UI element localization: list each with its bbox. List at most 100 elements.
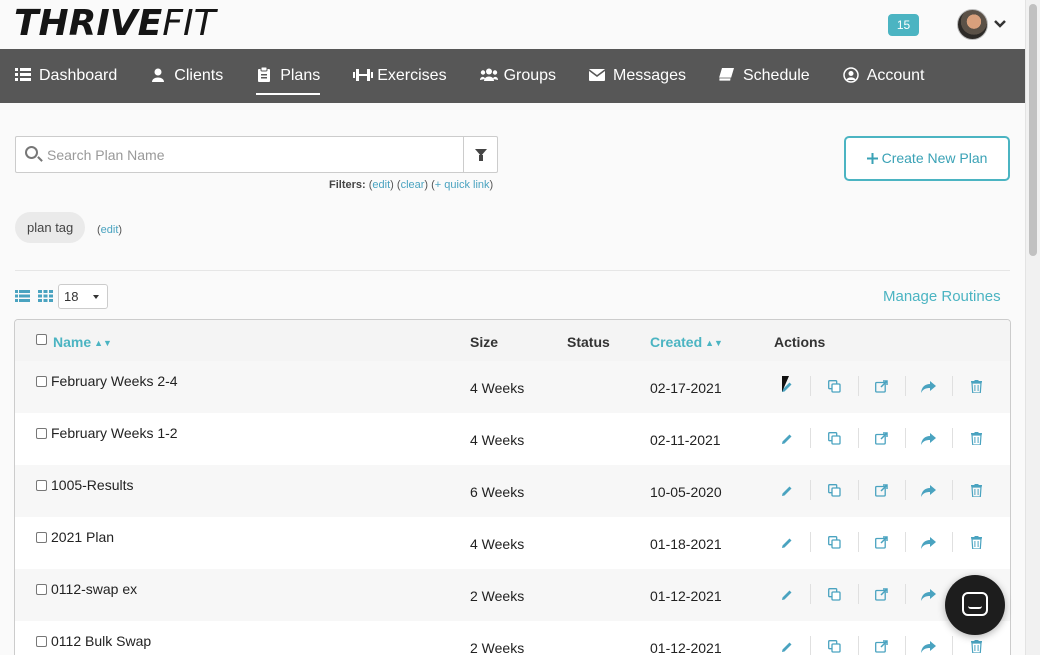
divider bbox=[952, 636, 953, 655]
nav-label: Groups bbox=[503, 67, 557, 84]
chevron-down-icon[interactable] bbox=[994, 17, 1006, 31]
created-column-header[interactable]: Created ▲▼ bbox=[650, 334, 723, 350]
list-icon bbox=[15, 68, 31, 84]
external-link-icon[interactable] bbox=[875, 536, 888, 550]
grid-view-icon[interactable] bbox=[38, 290, 54, 304]
plan-created-date: 02-11-2021 bbox=[650, 432, 721, 448]
share-icon[interactable] bbox=[921, 432, 936, 446]
notification-badge[interactable]: 15 bbox=[888, 14, 919, 36]
divider bbox=[810, 636, 811, 655]
external-link-icon[interactable] bbox=[875, 380, 888, 394]
clipboard-icon bbox=[256, 66, 272, 85]
edit-icon[interactable] bbox=[781, 536, 793, 550]
table-row[interactable]: February Weeks 1-2 4 Weeks 02-11-2021 bbox=[15, 413, 1010, 465]
filters-links: Filters: (edit) (clear) (+ quick link) bbox=[329, 179, 494, 191]
edit-icon[interactable] bbox=[781, 432, 793, 446]
per-page-select[interactable]: 18 bbox=[58, 284, 108, 309]
duplicate-icon[interactable] bbox=[828, 536, 841, 550]
main-nav: Dashboard Clients Plans Exercises Groups… bbox=[0, 49, 1025, 103]
row-checkbox[interactable] bbox=[36, 532, 47, 543]
trash-icon[interactable] bbox=[971, 536, 982, 550]
external-link-icon[interactable] bbox=[875, 432, 888, 446]
chat-launcher-button[interactable] bbox=[945, 575, 1005, 635]
plan-created-date: 10-05-2020 bbox=[650, 484, 722, 500]
row-checkbox[interactable] bbox=[36, 376, 47, 387]
nav-item-schedule[interactable]: Schedule bbox=[719, 49, 810, 103]
table-row[interactable]: February Weeks 2-4 4 Weeks 02-17-2021 bbox=[15, 361, 1010, 413]
size-column-header: Size bbox=[470, 334, 499, 350]
search-icon bbox=[25, 146, 38, 159]
plan-name[interactable]: 1005-Results bbox=[51, 477, 134, 493]
plan-name[interactable]: 2021 Plan bbox=[51, 529, 114, 545]
plan-name[interactable]: 0112 Bulk Swap bbox=[51, 633, 151, 649]
edit-icon[interactable] bbox=[781, 588, 793, 602]
plan-created-date: 01-18-2021 bbox=[650, 536, 722, 552]
duplicate-icon[interactable] bbox=[828, 380, 841, 394]
duplicate-icon[interactable] bbox=[828, 640, 841, 654]
divider bbox=[905, 376, 906, 396]
plan-name[interactable]: February Weeks 1-2 bbox=[51, 425, 178, 441]
search-box bbox=[15, 136, 464, 173]
edit-icon[interactable] bbox=[781, 640, 793, 654]
external-link-icon[interactable] bbox=[875, 588, 888, 602]
duplicate-icon[interactable] bbox=[828, 432, 841, 446]
filters-edit-link[interactable]: edit bbox=[372, 179, 390, 191]
user-avatar[interactable] bbox=[957, 9, 988, 40]
external-link-icon[interactable] bbox=[875, 484, 888, 498]
nav-item-messages[interactable]: Messages bbox=[588, 49, 686, 103]
sort-icon: ▲▼ bbox=[705, 338, 723, 348]
divider bbox=[905, 428, 906, 448]
share-icon[interactable] bbox=[921, 588, 936, 602]
row-checkbox[interactable] bbox=[36, 428, 47, 439]
name-column-header[interactable]: Name ▲▼ bbox=[53, 334, 112, 350]
divider bbox=[952, 428, 953, 448]
trash-icon[interactable] bbox=[971, 640, 982, 654]
divider bbox=[858, 532, 859, 552]
thrivefit-logo[interactable]: THRIVEFIT bbox=[14, 4, 216, 44]
row-checkbox[interactable] bbox=[36, 584, 47, 595]
table-row[interactable]: 0112 Bulk Swap 2 Weeks 01-12-2021 bbox=[15, 621, 1010, 655]
trash-icon[interactable] bbox=[971, 484, 982, 498]
filters-quick-link[interactable]: + quick link bbox=[435, 179, 490, 191]
filter-button[interactable] bbox=[463, 136, 498, 173]
tag-edit-link[interactable]: edit bbox=[101, 224, 119, 236]
nav-item-clients[interactable]: Clients bbox=[150, 49, 223, 103]
duplicate-icon[interactable] bbox=[828, 588, 841, 602]
nav-item-account[interactable]: Account bbox=[842, 49, 925, 103]
table-row[interactable]: 0112-swap ex 2 Weeks 01-12-2021 bbox=[15, 569, 1010, 621]
row-checkbox[interactable] bbox=[36, 636, 47, 647]
users-icon bbox=[479, 68, 498, 84]
plan-tag-chip[interactable]: plan tag bbox=[15, 212, 86, 243]
manage-routines-link[interactable]: Manage Routines bbox=[883, 288, 1001, 305]
plan-size: 2 Weeks bbox=[470, 640, 525, 655]
list-view-icon[interactable] bbox=[15, 290, 31, 304]
divider bbox=[952, 480, 953, 500]
edit-icon[interactable] bbox=[781, 484, 793, 498]
scrollbar-thumb[interactable] bbox=[1029, 4, 1037, 256]
nav-item-dashboard[interactable]: Dashboard bbox=[15, 49, 117, 103]
plan-name[interactable]: February Weeks 2-4 bbox=[51, 373, 178, 389]
nav-item-plans[interactable]: Plans bbox=[256, 49, 321, 103]
duplicate-icon[interactable] bbox=[828, 484, 841, 498]
table-row[interactable]: 1005-Results 6 Weeks 10-05-2020 bbox=[15, 465, 1010, 517]
nav-item-exercises[interactable]: Exercises bbox=[353, 49, 447, 103]
mouse-cursor bbox=[782, 376, 789, 392]
trash-icon[interactable] bbox=[971, 432, 982, 446]
plan-name[interactable]: 0112-swap ex bbox=[51, 581, 137, 597]
nav-item-groups[interactable]: Groups bbox=[479, 49, 557, 103]
dumbbell-icon bbox=[353, 68, 374, 85]
table-row[interactable]: 2021 Plan 4 Weeks 01-18-2021 bbox=[15, 517, 1010, 569]
row-checkbox[interactable] bbox=[36, 480, 47, 491]
select-all-checkbox[interactable] bbox=[36, 334, 47, 345]
create-new-plan-button[interactable]: Create New Plan bbox=[844, 136, 1010, 181]
filters-clear-link[interactable]: clear bbox=[401, 179, 425, 191]
share-icon[interactable] bbox=[921, 380, 936, 394]
book-icon bbox=[719, 68, 735, 84]
external-link-icon[interactable] bbox=[875, 640, 888, 654]
share-icon[interactable] bbox=[921, 484, 936, 498]
share-icon[interactable] bbox=[921, 640, 936, 654]
search-plan-input[interactable] bbox=[47, 137, 457, 172]
trash-icon[interactable] bbox=[971, 380, 982, 394]
share-icon[interactable] bbox=[921, 536, 936, 550]
plan-created-date: 02-17-2021 bbox=[650, 380, 722, 396]
